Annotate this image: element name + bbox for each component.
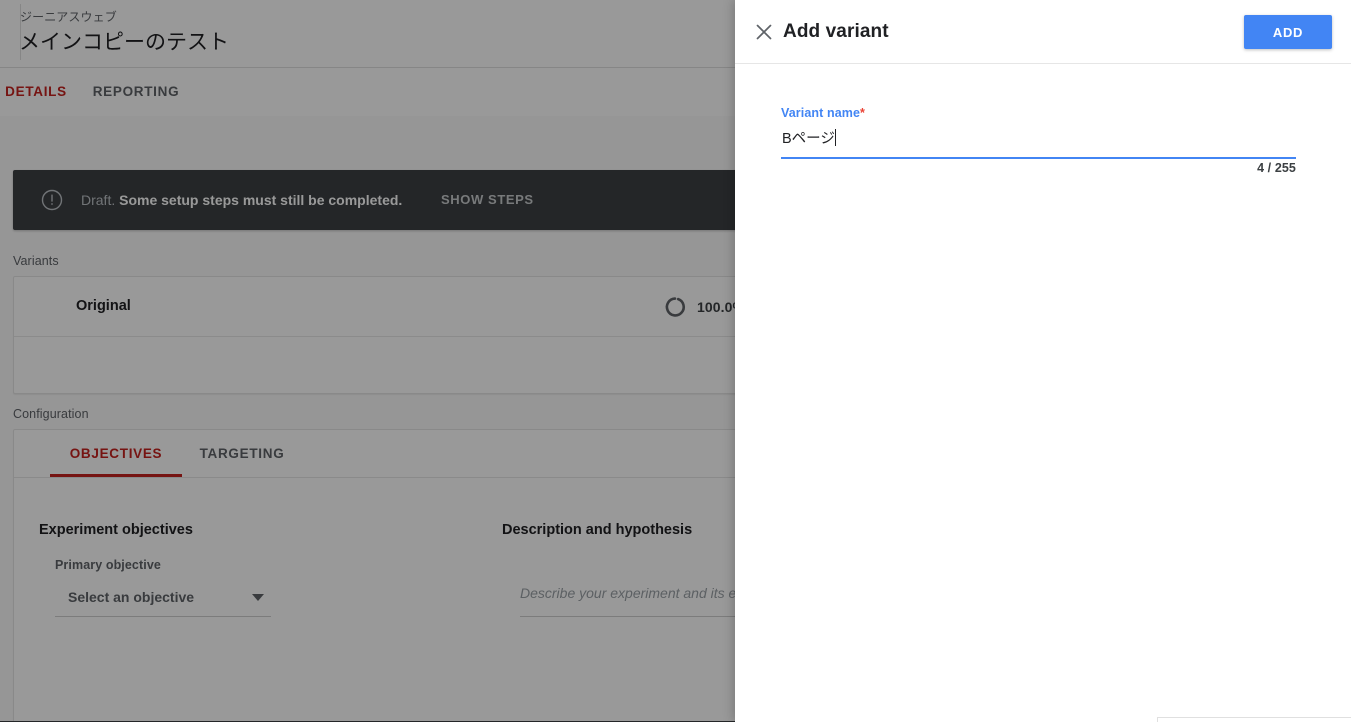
variant-name-text: Bページ xyxy=(782,131,835,147)
add-variant-panel: Add variant ADD Variant name* Bページ 4 / 2… xyxy=(735,0,1351,722)
panel-footer-edge xyxy=(1157,717,1351,722)
panel-title: Add variant xyxy=(783,21,889,42)
screen: ジーニアスウェブ メインコピーのテスト DETAILS REPORTING Dr… xyxy=(0,0,1351,722)
character-counter: 4 / 255 xyxy=(1257,161,1296,175)
close-icon[interactable] xyxy=(746,14,782,50)
panel-header: Add variant ADD xyxy=(735,0,1351,64)
variant-name-label-text: Variant name xyxy=(781,106,861,120)
variant-name-value: Bページ xyxy=(782,124,836,155)
required-marker: * xyxy=(860,106,865,120)
variant-name-label: Variant name* xyxy=(781,106,865,120)
text-caret xyxy=(834,129,836,146)
variant-name-input[interactable]: Bページ xyxy=(781,124,1296,159)
panel-body: Variant name* Bページ 4 / 255 xyxy=(735,64,1351,722)
modal-scrim[interactable] xyxy=(0,0,735,722)
add-button[interactable]: ADD xyxy=(1244,15,1332,49)
